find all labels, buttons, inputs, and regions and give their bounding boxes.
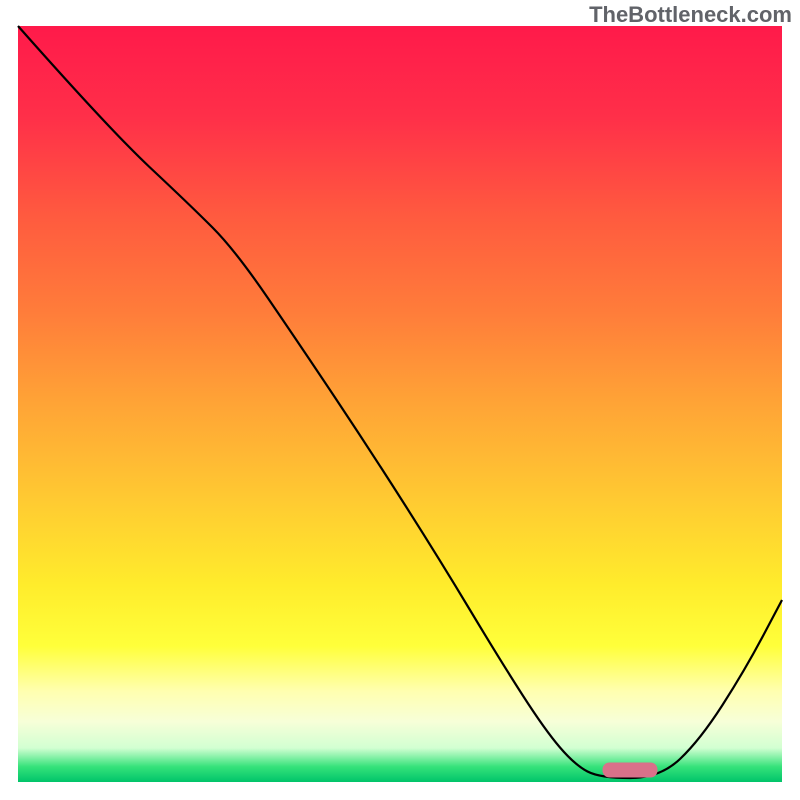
optimal-marker [603,763,658,778]
chart-canvas: TheBottleneck.com [0,0,800,800]
chart-svg [0,0,800,800]
plot-background [18,26,782,782]
